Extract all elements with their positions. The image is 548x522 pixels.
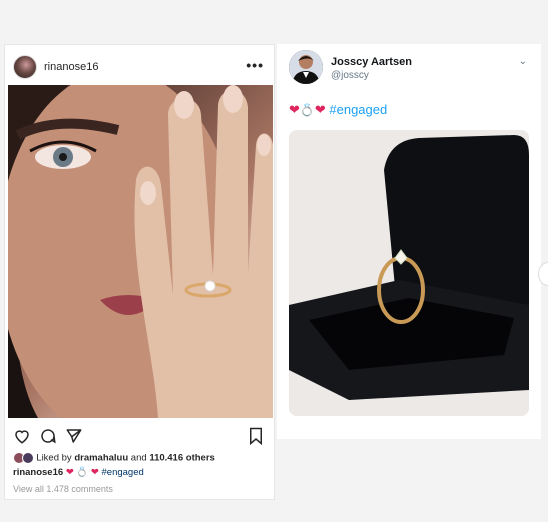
liked-prefix: Liked by [36,452,75,464]
ring-emoji-icon: 💍 [299,103,315,117]
instagram-post: rinanose16 ••• Liked by dramahaluu and 1… [4,44,275,500]
avatar[interactable] [289,50,323,84]
tweet-hashtag[interactable]: #engaged [329,102,387,117]
bookmark-icon[interactable] [248,427,264,445]
heart-emoji-icon: ❤ [289,102,300,117]
avatar-illustration [289,50,323,84]
liker-avatar [22,452,34,464]
ring-box-illustration [289,130,529,416]
ring-emoji-icon: 💍 [76,467,89,478]
more-options-icon[interactable]: ••• [246,57,264,73]
post-photo[interactable] [8,85,273,418]
heart-icon[interactable] [13,427,31,445]
caption: rinanose16 ❤ 💍 ❤ #engaged [13,467,144,478]
username[interactable]: rinanose16 [44,61,98,73]
view-comments-link[interactable]: View all 1.478 comments [13,484,113,494]
tweet-text: ❤💍❤ #engaged [289,102,387,118]
liked-suffix: and [128,452,150,464]
liked-count[interactable]: 110.416 others [149,453,215,464]
photo-illustration [8,85,273,418]
avatar[interactable] [13,55,37,79]
post-header: rinanose16 ••• [13,55,268,81]
heart-emoji-icon: ❤ [65,467,74,478]
liked-user[interactable]: dramahaluu [74,453,128,464]
likes-line: Liked by dramahaluu and 110.416 others [13,452,215,464]
caption-username[interactable]: rinanose16 [13,467,63,478]
chevron-down-icon[interactable]: ⌄ [519,56,527,67]
heart-emoji-icon: ❤ [314,102,326,117]
comment-icon[interactable] [39,427,57,445]
action-bar [13,427,268,447]
heart-emoji-icon: ❤ [90,467,99,478]
twitter-post: Josscy Aartsen @josscy ⌄ ❤💍❤ #engaged [277,44,541,439]
handle[interactable]: @josscy [331,70,369,81]
display-name[interactable]: Josscy Aartsen [331,56,412,68]
caption-hashtag[interactable]: #engaged [102,467,144,478]
share-icon[interactable] [65,427,83,445]
tweet-photo[interactable] [289,130,529,416]
